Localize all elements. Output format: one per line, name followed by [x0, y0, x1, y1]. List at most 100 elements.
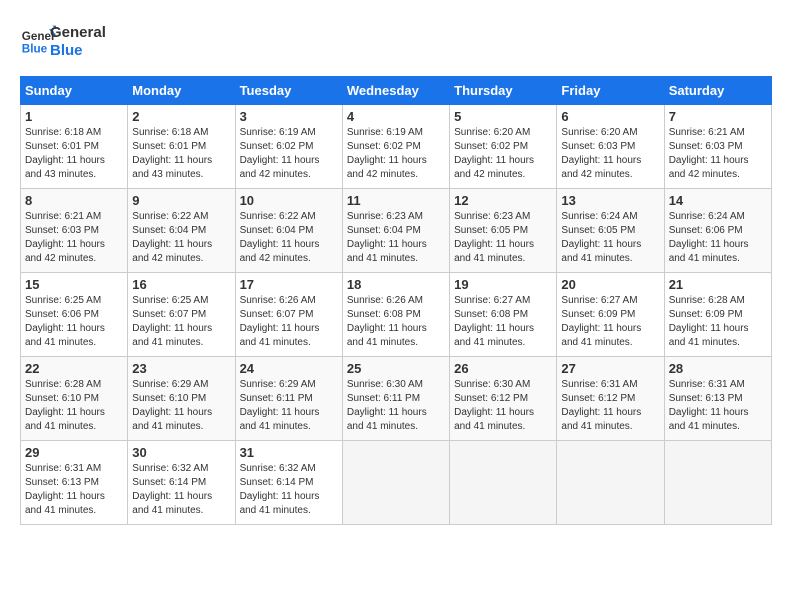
day-number: 30 — [132, 445, 230, 460]
day-number: 27 — [561, 361, 659, 376]
calendar-cell: 25 Sunrise: 6:30 AM Sunset: 6:11 PM Dayl… — [342, 357, 449, 441]
calendar-cell: 7 Sunrise: 6:21 AM Sunset: 6:03 PM Dayli… — [664, 105, 771, 189]
day-info: Sunrise: 6:27 AM Sunset: 6:08 PM Dayligh… — [454, 294, 552, 350]
header-friday: Friday — [557, 77, 664, 105]
day-info: Sunrise: 6:30 AM Sunset: 6:11 PM Dayligh… — [347, 378, 445, 434]
day-number: 20 — [561, 277, 659, 292]
day-number: 16 — [132, 277, 230, 292]
calendar-cell: 9 Sunrise: 6:22 AM Sunset: 6:04 PM Dayli… — [128, 189, 235, 273]
day-info: Sunrise: 6:20 AM Sunset: 6:02 PM Dayligh… — [454, 126, 552, 182]
calendar-cell: 13 Sunrise: 6:24 AM Sunset: 6:05 PM Dayl… — [557, 189, 664, 273]
day-number: 29 — [25, 445, 123, 460]
day-info: Sunrise: 6:25 AM Sunset: 6:06 PM Dayligh… — [25, 294, 123, 350]
day-info: Sunrise: 6:27 AM Sunset: 6:09 PM Dayligh… — [561, 294, 659, 350]
day-info: Sunrise: 6:19 AM Sunset: 6:02 PM Dayligh… — [347, 126, 445, 182]
header-tuesday: Tuesday — [235, 77, 342, 105]
day-info: Sunrise: 6:20 AM Sunset: 6:03 PM Dayligh… — [561, 126, 659, 182]
calendar-cell — [557, 441, 664, 525]
calendar-cell: 15 Sunrise: 6:25 AM Sunset: 6:06 PM Dayl… — [21, 273, 128, 357]
calendar-cell — [450, 441, 557, 525]
calendar-cell: 20 Sunrise: 6:27 AM Sunset: 6:09 PM Dayl… — [557, 273, 664, 357]
day-number: 23 — [132, 361, 230, 376]
header-wednesday: Wednesday — [342, 77, 449, 105]
day-number: 13 — [561, 193, 659, 208]
calendar-cell: 5 Sunrise: 6:20 AM Sunset: 6:02 PM Dayli… — [450, 105, 557, 189]
calendar-cell: 8 Sunrise: 6:21 AM Sunset: 6:03 PM Dayli… — [21, 189, 128, 273]
day-number: 28 — [669, 361, 767, 376]
day-info: Sunrise: 6:26 AM Sunset: 6:07 PM Dayligh… — [240, 294, 338, 350]
calendar-cell: 10 Sunrise: 6:22 AM Sunset: 6:04 PM Dayl… — [235, 189, 342, 273]
day-number: 24 — [240, 361, 338, 376]
calendar-cell: 29 Sunrise: 6:31 AM Sunset: 6:13 PM Dayl… — [21, 441, 128, 525]
calendar-cell: 17 Sunrise: 6:26 AM Sunset: 6:07 PM Dayl… — [235, 273, 342, 357]
day-info: Sunrise: 6:18 AM Sunset: 6:01 PM Dayligh… — [132, 126, 230, 182]
calendar-cell: 2 Sunrise: 6:18 AM Sunset: 6:01 PM Dayli… — [128, 105, 235, 189]
day-number: 11 — [347, 193, 445, 208]
day-info: Sunrise: 6:22 AM Sunset: 6:04 PM Dayligh… — [132, 210, 230, 266]
day-number: 10 — [240, 193, 338, 208]
calendar-cell: 19 Sunrise: 6:27 AM Sunset: 6:08 PM Dayl… — [450, 273, 557, 357]
calendar-cell: 4 Sunrise: 6:19 AM Sunset: 6:02 PM Dayli… — [342, 105, 449, 189]
logo: General Blue General Blue — [20, 20, 106, 60]
day-info: Sunrise: 6:24 AM Sunset: 6:06 PM Dayligh… — [669, 210, 767, 266]
calendar-cell: 31 Sunrise: 6:32 AM Sunset: 6:14 PM Dayl… — [235, 441, 342, 525]
day-info: Sunrise: 6:19 AM Sunset: 6:02 PM Dayligh… — [240, 126, 338, 182]
day-info: Sunrise: 6:31 AM Sunset: 6:12 PM Dayligh… — [561, 378, 659, 434]
day-info: Sunrise: 6:31 AM Sunset: 6:13 PM Dayligh… — [25, 462, 123, 518]
svg-text:Blue: Blue — [22, 43, 48, 56]
calendar-cell: 27 Sunrise: 6:31 AM Sunset: 6:12 PM Dayl… — [557, 357, 664, 441]
calendar-cell: 12 Sunrise: 6:23 AM Sunset: 6:05 PM Dayl… — [450, 189, 557, 273]
calendar-cell: 28 Sunrise: 6:31 AM Sunset: 6:13 PM Dayl… — [664, 357, 771, 441]
day-number: 9 — [132, 193, 230, 208]
logo-blue: Blue — [50, 42, 106, 60]
day-number: 4 — [347, 109, 445, 124]
day-info: Sunrise: 6:23 AM Sunset: 6:05 PM Dayligh… — [454, 210, 552, 266]
calendar-cell: 3 Sunrise: 6:19 AM Sunset: 6:02 PM Dayli… — [235, 105, 342, 189]
header-monday: Monday — [128, 77, 235, 105]
calendar-cell: 14 Sunrise: 6:24 AM Sunset: 6:06 PM Dayl… — [664, 189, 771, 273]
day-number: 31 — [240, 445, 338, 460]
calendar-cell — [664, 441, 771, 525]
day-info: Sunrise: 6:30 AM Sunset: 6:12 PM Dayligh… — [454, 378, 552, 434]
calendar-cell: 16 Sunrise: 6:25 AM Sunset: 6:07 PM Dayl… — [128, 273, 235, 357]
calendar-header: SundayMondayTuesdayWednesdayThursdayFrid… — [21, 77, 772, 105]
day-info: Sunrise: 6:21 AM Sunset: 6:03 PM Dayligh… — [669, 126, 767, 182]
day-number: 8 — [25, 193, 123, 208]
calendar-cell: 30 Sunrise: 6:32 AM Sunset: 6:14 PM Dayl… — [128, 441, 235, 525]
calendar-cell — [342, 441, 449, 525]
day-number: 22 — [25, 361, 123, 376]
calendar-cell: 18 Sunrise: 6:26 AM Sunset: 6:08 PM Dayl… — [342, 273, 449, 357]
calendar-cell: 21 Sunrise: 6:28 AM Sunset: 6:09 PM Dayl… — [664, 273, 771, 357]
day-number: 21 — [669, 277, 767, 292]
page-header: General Blue General Blue — [20, 20, 772, 60]
day-info: Sunrise: 6:29 AM Sunset: 6:11 PM Dayligh… — [240, 378, 338, 434]
day-number: 18 — [347, 277, 445, 292]
day-number: 25 — [347, 361, 445, 376]
day-info: Sunrise: 6:25 AM Sunset: 6:07 PM Dayligh… — [132, 294, 230, 350]
calendar-cell: 6 Sunrise: 6:20 AM Sunset: 6:03 PM Dayli… — [557, 105, 664, 189]
day-info: Sunrise: 6:18 AM Sunset: 6:01 PM Dayligh… — [25, 126, 123, 182]
day-info: Sunrise: 6:24 AM Sunset: 6:05 PM Dayligh… — [561, 210, 659, 266]
day-info: Sunrise: 6:28 AM Sunset: 6:09 PM Dayligh… — [669, 294, 767, 350]
calendar-cell: 23 Sunrise: 6:29 AM Sunset: 6:10 PM Dayl… — [128, 357, 235, 441]
day-info: Sunrise: 6:23 AM Sunset: 6:04 PM Dayligh… — [347, 210, 445, 266]
day-number: 7 — [669, 109, 767, 124]
logo-general: General — [50, 24, 106, 42]
day-info: Sunrise: 6:32 AM Sunset: 6:14 PM Dayligh… — [132, 462, 230, 518]
calendar-cell: 24 Sunrise: 6:29 AM Sunset: 6:11 PM Dayl… — [235, 357, 342, 441]
day-info: Sunrise: 6:28 AM Sunset: 6:10 PM Dayligh… — [25, 378, 123, 434]
day-info: Sunrise: 6:32 AM Sunset: 6:14 PM Dayligh… — [240, 462, 338, 518]
header-saturday: Saturday — [664, 77, 771, 105]
day-number: 26 — [454, 361, 552, 376]
calendar-cell: 11 Sunrise: 6:23 AM Sunset: 6:04 PM Dayl… — [342, 189, 449, 273]
day-info: Sunrise: 6:22 AM Sunset: 6:04 PM Dayligh… — [240, 210, 338, 266]
header-sunday: Sunday — [21, 77, 128, 105]
day-number: 17 — [240, 277, 338, 292]
day-info: Sunrise: 6:29 AM Sunset: 6:10 PM Dayligh… — [132, 378, 230, 434]
calendar-table: SundayMondayTuesdayWednesdayThursdayFrid… — [20, 76, 772, 525]
day-number: 3 — [240, 109, 338, 124]
day-number: 2 — [132, 109, 230, 124]
day-info: Sunrise: 6:26 AM Sunset: 6:08 PM Dayligh… — [347, 294, 445, 350]
day-number: 5 — [454, 109, 552, 124]
day-number: 6 — [561, 109, 659, 124]
